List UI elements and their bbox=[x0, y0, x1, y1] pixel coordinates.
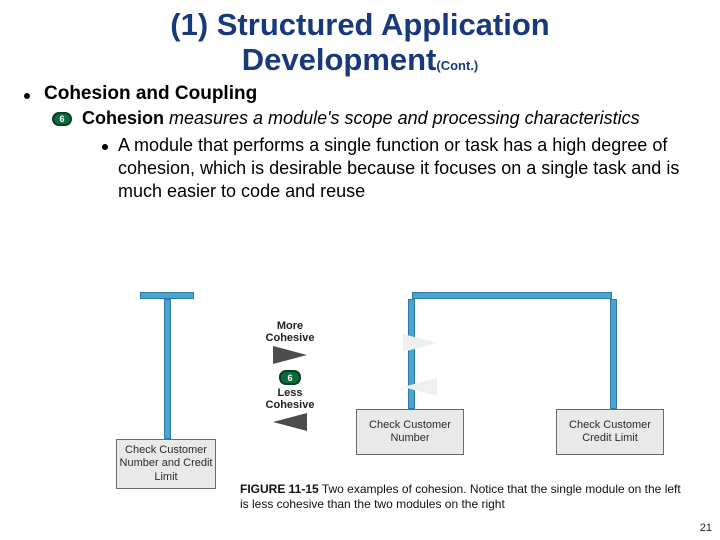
badge-6-icon: 6 bbox=[279, 370, 301, 385]
bullet-dot-icon bbox=[102, 144, 108, 150]
connector-bar-icon bbox=[412, 292, 612, 299]
arrow-right-icon bbox=[273, 346, 307, 364]
slide-title: (1) Structured Application Development(C… bbox=[24, 8, 696, 77]
slide: (1) Structured Application Development(C… bbox=[0, 0, 720, 540]
bullet-level1: Cohesion and Coupling bbox=[24, 83, 696, 105]
figure-cohesion: Check Customer Number and Credit Limit C… bbox=[60, 288, 660, 508]
arrow-left-icon bbox=[403, 378, 437, 396]
title-line1: (1) Structured Application bbox=[170, 7, 549, 42]
sub1-text: Cohesion measures a module's scope and p… bbox=[82, 107, 640, 130]
bullet-level2: 6 Cohesion measures a module's scope and… bbox=[52, 107, 696, 130]
figure-caption: FIGURE 11-15 Two examples of cohesion. N… bbox=[240, 482, 690, 512]
title-line2: Development bbox=[242, 42, 437, 77]
connector-bar-icon bbox=[610, 299, 617, 409]
module-box-right-2: Check Customer Credit Limit bbox=[556, 409, 664, 455]
module-box-left: Check Customer Number and Credit Limit bbox=[116, 439, 216, 489]
sub2-text: A module that performs a single function… bbox=[118, 134, 696, 203]
sub1-rest: measures a module's scope and processing… bbox=[164, 108, 640, 128]
bullet1-text: Cohesion and Coupling bbox=[44, 83, 257, 105]
connector-bar-icon bbox=[140, 292, 194, 299]
faint-label bbox=[360, 320, 480, 332]
arrow-right-icon bbox=[403, 334, 437, 352]
title-cont: (Cont.) bbox=[436, 58, 478, 73]
bullet-level3: A module that performs a single function… bbox=[102, 134, 696, 203]
label-less-cohesive: Less Cohesive bbox=[230, 387, 350, 411]
cohesion-arrows: More Cohesive 6 Less Cohesive bbox=[230, 320, 350, 431]
arrow-left-icon bbox=[273, 413, 307, 431]
page-number: 21 bbox=[700, 522, 712, 534]
badge-6-icon: 6 bbox=[52, 112, 72, 126]
label-more-cohesive: More Cohesive bbox=[230, 320, 350, 344]
spacer bbox=[360, 358, 480, 376]
connector-bar-icon bbox=[164, 299, 171, 439]
faint-arrows-decorative bbox=[360, 320, 480, 396]
bullet-dot-icon bbox=[24, 93, 30, 99]
sub1-term: Cohesion bbox=[82, 108, 164, 128]
figure-number: FIGURE 11-15 bbox=[240, 482, 319, 496]
module-box-right-1: Check Customer Number bbox=[356, 409, 464, 455]
